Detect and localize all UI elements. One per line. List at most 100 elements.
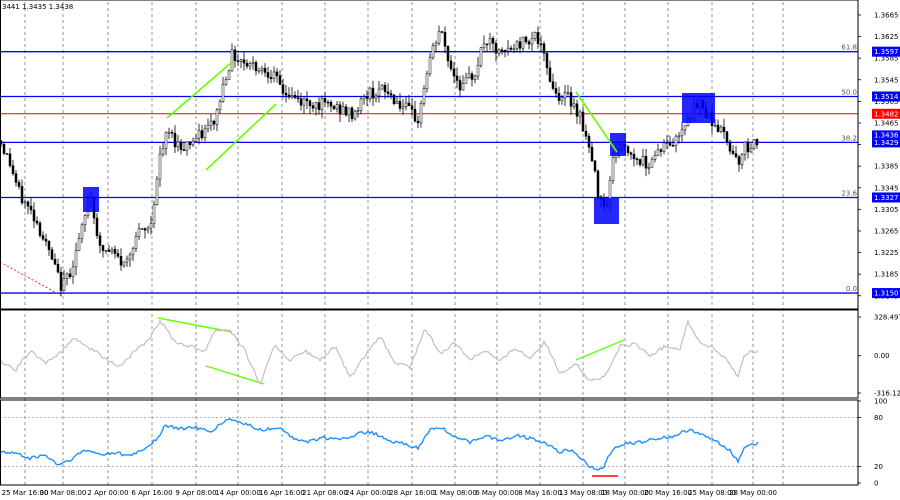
candle-body [455,75,459,81]
candle-body [95,217,99,236]
candle-body [677,135,681,138]
candle-body [287,94,291,98]
candle-body [734,153,738,157]
cci-line [0,319,759,385]
candle-body [128,254,132,260]
candle-body [383,84,387,92]
axis-labels: 25 Mar 16:0030 Mar 08:00 2 Apr 00:00 6 Apr… [2,11,900,497]
candle-body [461,83,465,91]
candle-body [563,92,567,99]
candle-body [281,84,285,94]
panel-frame [0,399,859,486]
candle-body [221,83,225,102]
candle-body [581,111,585,132]
candle-body [302,98,306,106]
candle-body [299,98,303,106]
candle-body [662,142,666,152]
candle-body [422,88,426,104]
candle-body [191,140,195,146]
candle-body [656,149,660,156]
candle-body [560,97,564,101]
candle-body [629,152,633,155]
candle-body [524,36,528,43]
candle-body [344,106,348,116]
candle-body [728,141,732,152]
candle-body [740,154,744,165]
candle-body [188,141,192,146]
candle-body [80,224,84,239]
candle-body [305,98,309,102]
rsi-tick-label: 20 [874,463,883,471]
fib-tag: 1.3327 [874,194,899,202]
candle-body [428,57,432,75]
candle-body [242,59,246,64]
fib-percent-label: 38.2 [841,134,857,142]
candle-body [200,130,204,138]
candle-body [434,42,438,46]
candle-body [11,165,15,174]
candle-body [326,101,330,104]
candle-body [647,167,651,169]
price-tick-label: 1.3385 [874,163,899,171]
candle-body [515,41,519,50]
candle-body [380,84,384,90]
candle-body [170,131,174,134]
candle-body [197,130,201,139]
price-tick-label: 1.3305 [874,206,899,214]
fib-percent-label: 61.8 [841,44,857,52]
candle-body [500,49,504,52]
candle-body [320,98,324,110]
rsi-tick-label: 80 [874,414,883,422]
candle-body [293,95,297,98]
candle-body [41,235,45,240]
price-tick-label: 1.3665 [874,11,899,19]
candle-body [494,42,498,54]
candle-body [356,110,360,112]
candle-body [71,266,75,277]
candle-body [470,73,474,80]
candle-body [311,105,315,109]
candle-body [458,80,462,91]
candle-body [44,238,48,242]
candle-body [509,47,513,50]
candle-body [164,132,168,149]
candle-body [419,103,423,124]
candle-body [752,139,756,149]
candle-body [23,201,27,204]
candle-body [425,73,429,89]
candle-body [437,31,441,44]
x-tick-label: 14 Apr 00:00 [215,489,261,497]
candle-body [653,154,657,160]
panel-frame [0,309,859,399]
fib-percent-label: 0.0 [846,285,857,293]
candle-body [275,71,279,76]
candle-body [113,249,117,254]
candle-body [116,253,120,257]
candle-body [506,47,510,52]
x-tick-label: 6 Apr 16:00 [131,489,172,497]
fib-percent-label: 50.0 [841,89,857,97]
x-tick-label: 8 May 16:00 [518,489,562,497]
x-tick-label: 2 Apr 00:00 [87,489,128,497]
fib-tag: 1.3597 [874,48,899,56]
candle-body [194,137,198,142]
candle-body [521,36,525,49]
candle-body [404,102,408,107]
candle-body [473,75,477,80]
candle-body [443,32,447,47]
price-tick-label: 1.3185 [874,271,899,279]
candle-body [449,60,453,70]
extra-tag: 1.3436 [874,131,899,139]
price-candles [0,25,759,297]
candle-body [638,159,642,165]
candle-body [68,273,72,277]
candle-body [452,68,456,77]
x-tick-label: 18 May 00:00 [601,489,649,497]
candle-body [722,126,726,133]
candle-body [119,256,123,266]
candle-body [308,100,312,106]
candle-body [476,65,480,77]
candle-body [482,43,486,48]
candle-body [497,49,501,54]
candle-body [140,228,144,230]
